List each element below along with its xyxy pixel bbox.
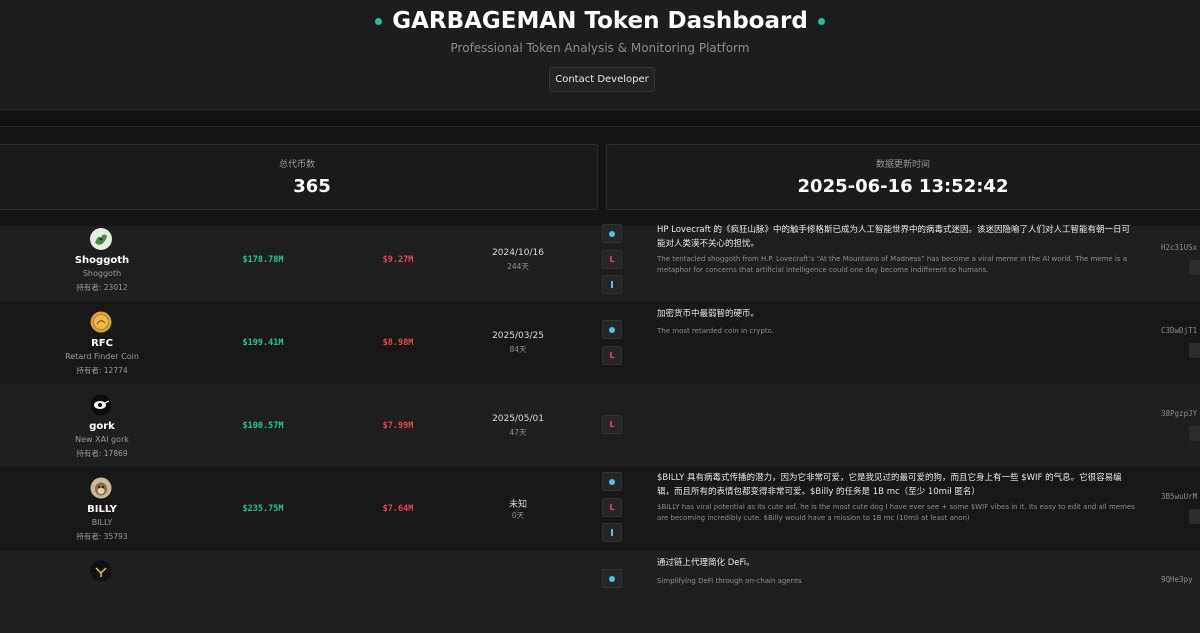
dashboard-header: GARBAGEMAN Token Dashboard Professional … — [0, 0, 1200, 110]
launch-date: 2024/10/16 — [492, 248, 544, 258]
table-row[interactable]: RFC Retard Finder Coin 持有者: 12774 $199.4… — [0, 301, 1200, 384]
token-age: 84天 — [509, 345, 527, 354]
x-icon: L — [609, 502, 615, 512]
accent-dot-icon — [817, 17, 825, 25]
volume: $8.98M — [382, 338, 414, 348]
volume: $9.27M — [382, 255, 414, 265]
description-en: Simplifying DeFi through on-chain agents — [657, 577, 802, 585]
description-en: $BILLY has viral potential as its cute a… — [657, 503, 1135, 522]
last-updated-card: 数据更新时间 2025-06-16 13:52:42 — [606, 144, 1200, 210]
website-icon — [609, 575, 615, 582]
telegram-button[interactable] — [602, 523, 622, 542]
x-button[interactable]: L — [602, 498, 622, 517]
website-button[interactable] — [602, 569, 622, 588]
last-updated-value: 2025-06-16 13:52:42 — [797, 176, 1009, 197]
volume: $7.64M — [382, 504, 414, 514]
total-tokens-card: 总代币数 365 — [0, 144, 598, 210]
copy-address-button[interactable] — [1189, 343, 1200, 358]
token-logo — [90, 311, 112, 333]
page-title-text: GARBAGEMAN Token Dashboard — [392, 8, 808, 34]
copy-address-button[interactable] — [1189, 509, 1200, 524]
table-row[interactable]: BILLY BILLY 持有者: 35793 $235.75M $7.64M 未… — [0, 467, 1200, 550]
market-cap: $178.78M — [242, 255, 284, 265]
table-row[interactable]: 通过链上代理简化 DeFi。 Simplifying DeFi through … — [0, 550, 1200, 633]
website-icon — [609, 230, 615, 237]
token-holders: 持有者: 23012 — [76, 283, 128, 292]
table-row[interactable]: Shoggoth Shoggoth 持有者: 23012 $178.78M $9… — [0, 224, 1200, 309]
token-holders: 持有者: 17869 — [76, 449, 128, 458]
contact-developer-button[interactable]: Contact Developer — [549, 67, 655, 92]
launch-date: 未知 — [508, 500, 527, 510]
x-button[interactable]: L — [602, 250, 622, 269]
x-button[interactable]: L — [602, 415, 622, 434]
contract-address: C3DwDjT1 — [1161, 326, 1198, 335]
token-fullname: BILLY — [91, 518, 113, 527]
x-icon: L — [609, 350, 615, 360]
website-button[interactable] — [602, 320, 622, 339]
page-subtitle: Professional Token Analysis & Monitoring… — [450, 41, 750, 55]
contract-address: 3B5wuUrM — [1161, 492, 1198, 501]
token-name: RFC — [91, 338, 113, 349]
total-tokens-label: 总代币数 — [278, 160, 315, 170]
token-age: 244天 — [507, 262, 529, 271]
description-en: The tentacled shoggoth from H.P. Lovecra… — [657, 255, 1128, 274]
token-fullname: Shoggoth — [82, 269, 122, 278]
accent-dot-icon — [375, 17, 383, 25]
x-icon: L — [609, 254, 615, 264]
token-fullname: Retard Finder Coin — [65, 352, 139, 361]
token-age: 47天 — [509, 428, 527, 437]
contract-address: H2c31USx — [1161, 243, 1198, 252]
token-logo — [90, 228, 112, 250]
telegram-icon — [611, 281, 613, 288]
website-icon — [609, 326, 615, 333]
description-en: The most retarded coin in crypto. — [657, 327, 774, 335]
token-fullname: New XAI gork — [75, 435, 129, 444]
launch-date: 2025/05/01 — [492, 414, 544, 424]
market-cap: $100.57M — [242, 421, 284, 431]
token-name: gork — [89, 421, 115, 432]
website-button[interactable] — [602, 472, 622, 491]
token-logo — [90, 394, 112, 416]
page-title: GARBAGEMAN Token Dashboard — [0, 8, 1200, 34]
last-updated-label: 数据更新时间 — [875, 160, 930, 170]
description-cn: $BILLY 具有病毒式传播的潜力，因为它非常可爱，它是我见过的最可爱的狗，而且… — [657, 473, 1122, 497]
token-age: 0天 — [511, 511, 525, 520]
copy-address-button[interactable] — [1189, 260, 1200, 275]
x-icon: L — [609, 419, 615, 429]
divider-band — [0, 111, 1200, 126]
x-button[interactable]: L — [602, 346, 622, 365]
token-logo — [90, 560, 112, 582]
total-tokens-value: 365 — [293, 176, 331, 197]
token-name: BILLY — [87, 504, 117, 515]
contract-address: 38PgzpJY — [1161, 409, 1198, 418]
copy-address-button[interactable] — [1189, 426, 1200, 441]
description-cn: HP Lovecraft 的《疯狂山脉》中的触手修格斯已成为人工智能世界中的病毒… — [657, 225, 1131, 249]
token-holders: 持有者: 35793 — [76, 532, 128, 541]
volume: $7.99M — [382, 421, 414, 431]
table-row[interactable]: gork New XAI gork 持有者: 17869 $100.57M $7… — [0, 384, 1200, 467]
description-cn: 通过链上代理简化 DeFi。 — [657, 558, 755, 568]
token-holders: 持有者: 12774 — [76, 366, 128, 375]
token-logo — [90, 477, 112, 499]
telegram-button[interactable] — [602, 275, 622, 294]
telegram-icon — [611, 529, 613, 536]
launch-date: 2025/03/25 — [492, 331, 544, 341]
website-icon — [609, 478, 615, 485]
website-button[interactable] — [602, 224, 622, 243]
token-name: Shoggoth — [74, 255, 130, 266]
market-cap: $199.41M — [242, 338, 284, 348]
description-cn: 加密货币中最弱智的硬币。 — [657, 309, 760, 319]
market-cap: $235.75M — [242, 504, 284, 514]
